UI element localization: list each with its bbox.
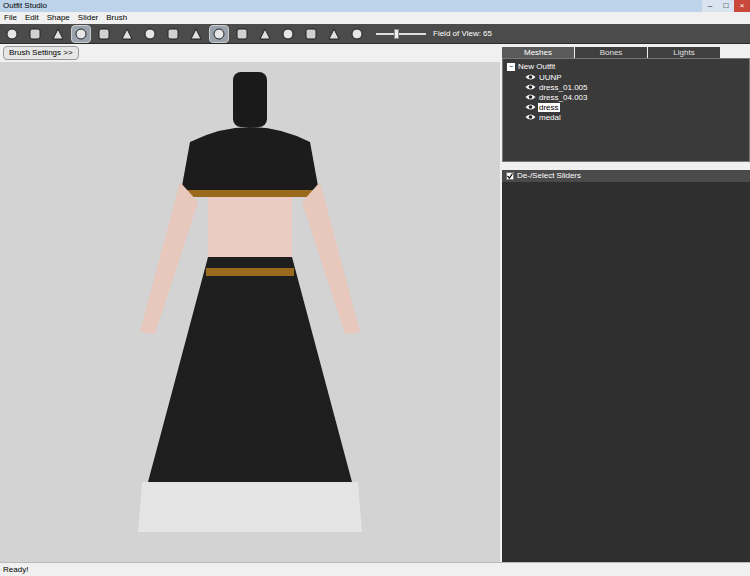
tool-button[interactable] (140, 25, 160, 43)
toolbar: Field of View: 65 (0, 24, 750, 44)
tool-button[interactable] (48, 25, 68, 43)
left-pane: Brush Settings >> (0, 44, 500, 562)
window-controls: –□× (702, 0, 750, 12)
tool-button[interactable] (278, 25, 298, 43)
window-control-button[interactable]: – (702, 0, 718, 12)
tab[interactable]: Meshes (502, 47, 574, 58)
tool-button[interactable] (186, 25, 206, 43)
window-title: Outfit Studio (3, 2, 47, 10)
sliders-checkbox[interactable] (506, 172, 514, 180)
tab-bar: MeshesBonesLights (502, 46, 750, 58)
tool-button[interactable] (255, 25, 275, 43)
outfit-studio-window: Outfit Studio –□× File Edit Shape Slider Brush… (0, 0, 750, 576)
tree-item[interactable]: medal (507, 112, 749, 122)
tool-icon (236, 28, 248, 40)
tab[interactable]: Lights (648, 47, 720, 58)
menu-item[interactable]: Brush (106, 14, 127, 22)
tool-icon (328, 28, 340, 40)
menu-bar: File Edit Shape Slider Brush (0, 12, 750, 24)
tree-root[interactable]: −New Outfit (507, 62, 749, 72)
tool-button[interactable] (301, 25, 321, 43)
title-bar: Outfit Studio –□× (0, 0, 750, 12)
tool-icon (190, 28, 202, 40)
tab[interactable]: Bones (575, 47, 647, 58)
tool-button[interactable] (232, 25, 252, 43)
tool-icon (98, 28, 110, 40)
menu-item[interactable]: Edit (25, 14, 39, 22)
eye-icon[interactable] (525, 113, 536, 121)
window-control-button[interactable]: × (734, 0, 750, 12)
tool-button[interactable] (324, 25, 344, 43)
eye-icon[interactable] (525, 103, 536, 111)
eye-icon[interactable] (525, 93, 536, 101)
tool-icon (282, 28, 294, 40)
tool-icon (52, 28, 64, 40)
model-render-icon (120, 72, 380, 552)
tool-icon (121, 28, 133, 40)
tree-item[interactable]: dress (507, 102, 749, 112)
menu-item[interactable]: Slider (78, 14, 98, 22)
eye-icon[interactable] (525, 73, 536, 81)
tree-item[interactable]: dress_01.005 (507, 82, 749, 92)
tool-icon (259, 28, 271, 40)
tool-button[interactable] (25, 25, 45, 43)
tool-button[interactable] (71, 25, 91, 43)
tool-button[interactable] (163, 25, 183, 43)
menu-item[interactable]: Shape (47, 14, 70, 22)
right-pane: MeshesBonesLights−New OutfitUUNPdress_01… (500, 44, 750, 562)
fov-slider[interactable] (376, 29, 426, 39)
tree-item[interactable]: UUNP (507, 72, 749, 82)
menu-item[interactable]: File (4, 14, 17, 22)
mesh-tree: −New OutfitUUNPdress_01.005dress_04.003d… (502, 58, 750, 162)
tool-button[interactable] (94, 25, 114, 43)
tool-icon (213, 28, 225, 40)
viewport[interactable] (0, 62, 500, 562)
tool-icon (305, 28, 317, 40)
tool-button[interactable] (209, 25, 229, 43)
window-control-button[interactable]: □ (718, 0, 734, 12)
brush-settings-button[interactable]: Brush Settings >> (3, 46, 79, 60)
tree-item[interactable]: dress_04.003 (507, 92, 749, 102)
tool-icon (144, 28, 156, 40)
tool-button[interactable] (2, 25, 22, 43)
sliders-panel (502, 182, 750, 562)
status-bar: Ready! (0, 562, 750, 576)
tool-icon (167, 28, 179, 40)
tool-icon (351, 28, 363, 40)
tool-button[interactable] (347, 25, 367, 43)
tool-icon (29, 28, 41, 40)
tool-icon (75, 28, 87, 40)
check-icon (507, 173, 513, 179)
tool-button[interactable] (117, 25, 137, 43)
sliders-header: De-/Select Sliders (502, 170, 750, 182)
tool-icon (6, 28, 18, 40)
tree-toggle[interactable]: − (507, 63, 515, 71)
eye-icon[interactable] (525, 83, 536, 91)
fov-label: Field of View: 65 (433, 28, 492, 40)
